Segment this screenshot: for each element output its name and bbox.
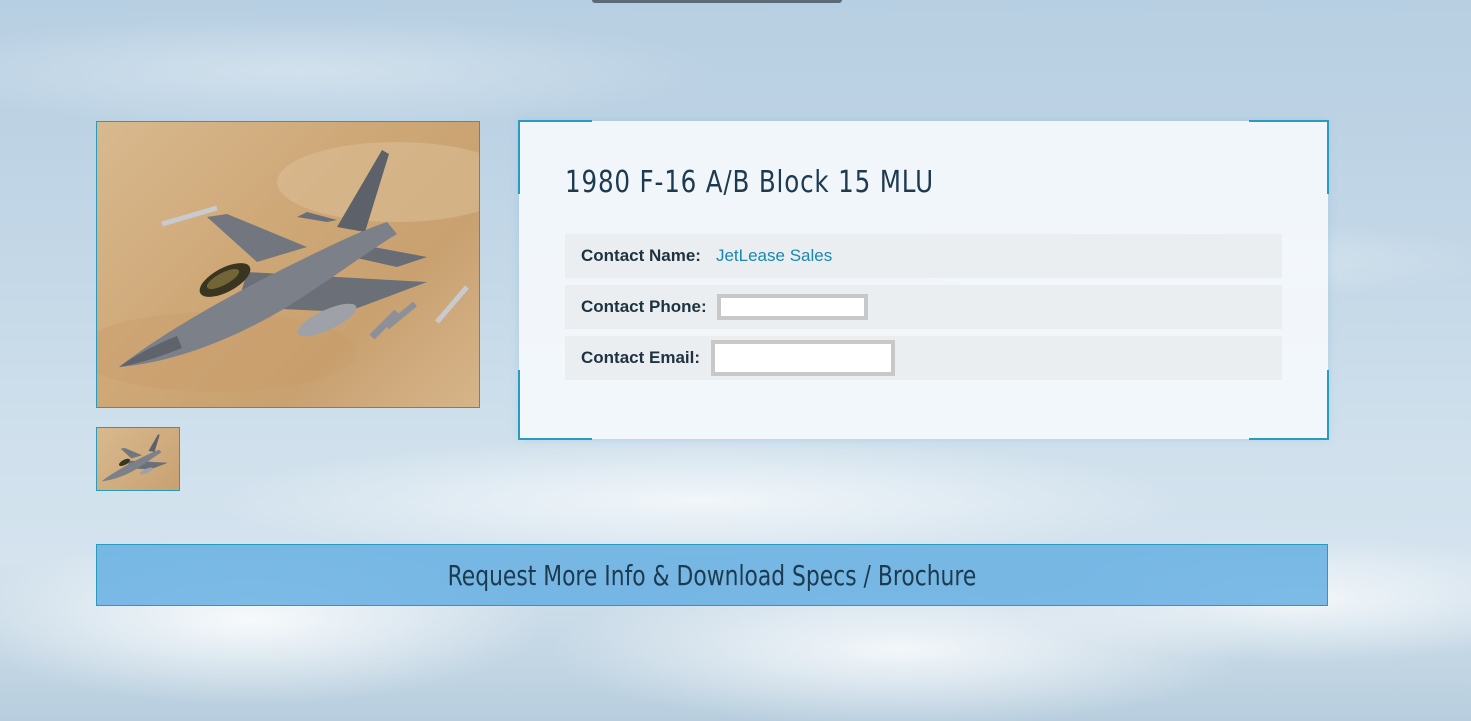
contact-name-value[interactable]: JetLease Sales xyxy=(716,246,832,266)
listing-title: 1980 F-16 A/B Block 15 MLU xyxy=(565,165,934,200)
gallery-thumbnail[interactable] xyxy=(96,427,180,491)
top-nav-tab[interactable] xyxy=(592,0,842,3)
contact-name-row: Contact Name: JetLease Sales xyxy=(565,234,1282,278)
contact-phone-label: Contact Phone: xyxy=(581,297,707,316)
card-corner-bottom-left xyxy=(518,370,592,440)
f16-jet-image xyxy=(97,142,479,392)
request-info-label: Request More Info & Download Specs / Bro… xyxy=(447,558,977,592)
contact-email-field[interactable] xyxy=(711,340,896,376)
contact-name-label: Contact Name: xyxy=(581,246,701,265)
request-info-button[interactable]: Request More Info & Download Specs / Bro… xyxy=(96,544,1328,606)
f16-jet-thumbnail-image xyxy=(101,434,168,482)
contact-email-row: Contact Email: xyxy=(565,336,1282,380)
contact-email-label: Contact Email: xyxy=(581,348,701,367)
contact-phone-row: Contact Phone: xyxy=(565,285,1282,329)
main-aircraft-photo[interactable] xyxy=(96,121,480,408)
contact-phone-field[interactable] xyxy=(716,294,868,320)
card-corner-bottom-right xyxy=(1249,370,1329,440)
card-corner-top-right xyxy=(1249,120,1329,194)
listing-info-card: 1980 F-16 A/B Block 15 MLU Contact Name:… xyxy=(518,120,1329,440)
